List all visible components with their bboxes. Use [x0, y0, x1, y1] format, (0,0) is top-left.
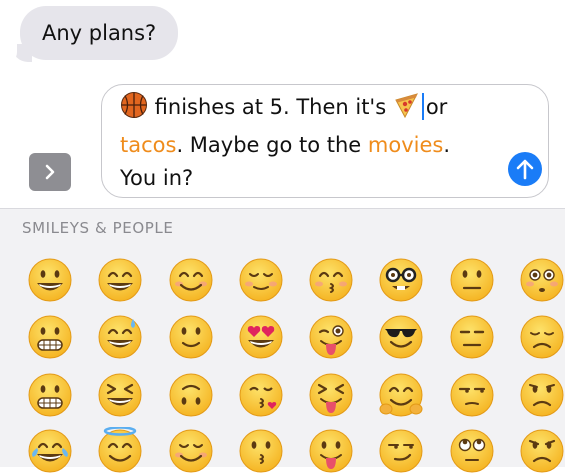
grinning-face-smiling-eyes-emoji[interactable]	[96, 256, 144, 304]
tears-of-joy-face-emoji[interactable]	[26, 427, 74, 475]
incoming-message-bubble: Any plans?	[20, 6, 179, 60]
compose-text-fragment: or	[425, 95, 448, 119]
compose-text[interactable]: finishes at 5. Then it's or tacos. Maybe …	[120, 91, 500, 195]
grimacing-face-emoji[interactable]	[26, 313, 74, 361]
arrow-up-icon	[516, 159, 534, 180]
expressionless-face-emoji[interactable]	[448, 313, 496, 361]
message-compose-field[interactable]: finishes at 5. Then it's or tacos. Maybe …	[101, 84, 549, 198]
flushed-face-emoji[interactable]	[518, 256, 565, 304]
conversation-area: Any plans? finishes at 5. Then it's or ta…	[0, 0, 565, 208]
text-cursor	[421, 93, 424, 120]
grinning-face-emoji[interactable]	[26, 256, 74, 304]
kissing-face-smiling-eyes-emoji[interactable]	[307, 256, 355, 304]
chevron-right-icon	[45, 164, 55, 180]
keyword-movies[interactable]: movies	[368, 133, 443, 157]
slightly-smiling-face-emoji[interactable]	[167, 313, 215, 361]
neutral-face-emoji[interactable]	[448, 256, 496, 304]
pouting-face-emoji[interactable]	[518, 427, 565, 475]
squinting-tongue-face-emoji[interactable]	[307, 371, 355, 419]
emoji-category-label: SMILEYS & PEOPLE	[22, 219, 174, 237]
tongue-out-face-emoji[interactable]	[307, 427, 355, 475]
worried-face-emoji[interactable]	[518, 371, 565, 419]
compose-text-fragment: . Maybe go to the	[176, 133, 368, 157]
emoji-keyboard: SMILEYS & PEOPLE	[0, 208, 565, 473]
keyboard-divider	[0, 208, 565, 209]
blowing-kiss-face-emoji[interactable]	[237, 371, 285, 419]
grinning-face-sweat-emoji[interactable]	[96, 313, 144, 361]
compose-text-fragment: finishes at 5. Then it's	[148, 95, 393, 119]
smiling-face-blush-emoji[interactable]	[167, 427, 215, 475]
compose-text-fragment: You in?	[120, 166, 194, 190]
winking-tongue-face-emoji[interactable]	[307, 313, 355, 361]
eye-roll-face-emoji[interactable]	[448, 427, 496, 475]
disappointed-face-emoji[interactable]	[518, 313, 565, 361]
sunglasses-face-emoji[interactable]	[377, 313, 425, 361]
upside-down-face-emoji[interactable]	[167, 371, 215, 419]
keyword-tacos[interactable]: tacos	[120, 133, 176, 157]
unamused-face-emoji[interactable]	[448, 371, 496, 419]
smiling-face-smiling-eyes-emoji[interactable]	[167, 256, 215, 304]
apps-expand-button[interactable]	[29, 153, 71, 191]
grimacing-face-emoji[interactable]	[26, 371, 74, 419]
compose-text-fragment: .	[443, 133, 451, 157]
relieved-face-emoji[interactable]	[237, 256, 285, 304]
heart-eyes-face-emoji[interactable]	[237, 313, 285, 361]
basketball-emoji	[120, 91, 148, 129]
nerd-face-emoji[interactable]	[377, 256, 425, 304]
squinting-grin-face-emoji[interactable]	[96, 371, 144, 419]
pizza-emoji	[393, 91, 421, 129]
send-button[interactable]	[508, 152, 542, 186]
hugging-face-emoji[interactable]	[377, 371, 425, 419]
kissing-face-emoji[interactable]	[237, 427, 285, 475]
smiling-face-halo-emoji[interactable]	[96, 427, 144, 475]
bubble-tail-mask	[3, 44, 17, 64]
smirking-face-emoji[interactable]	[377, 427, 425, 475]
